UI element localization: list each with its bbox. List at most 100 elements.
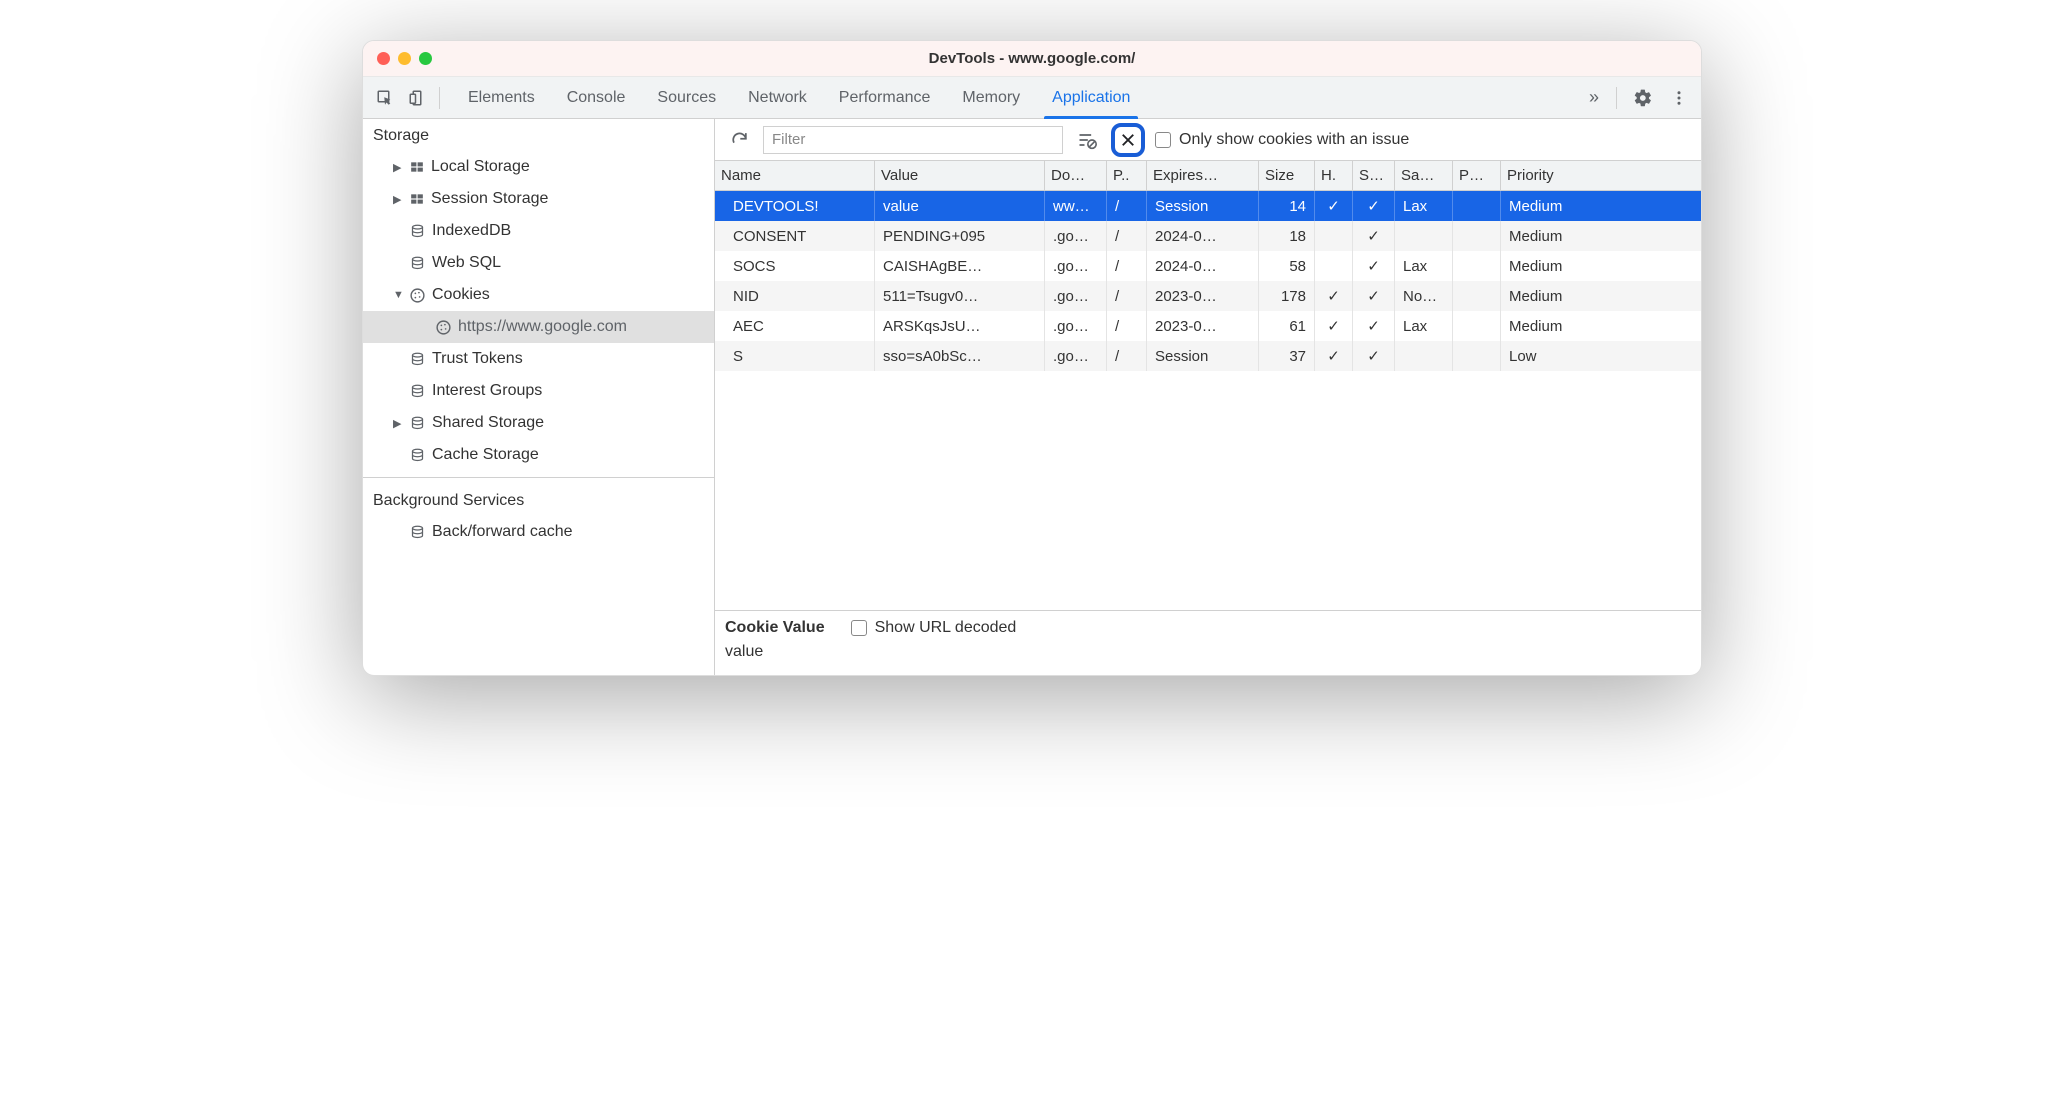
column-header[interactable]: Name: [715, 161, 875, 190]
column-header[interactable]: Do…: [1045, 161, 1107, 190]
cookie-value-text: value: [725, 643, 1691, 661]
settings-gear-icon[interactable]: [1627, 83, 1659, 113]
window-title: DevTools - www.google.com/: [363, 50, 1701, 67]
cell-path: /: [1107, 191, 1147, 221]
sidebar-item-interest-groups[interactable]: Interest Groups: [363, 375, 714, 407]
only-issues-checkbox[interactable]: [1155, 132, 1171, 148]
cell-value: sso=sA0bSc…: [875, 341, 1045, 371]
cell-http: ✓: [1315, 311, 1353, 341]
table-row[interactable]: SOCSCAISHAgBE….go…/2024-0…58✓LaxMedium: [715, 251, 1701, 281]
sidebar-item-label: Back/forward cache: [432, 523, 573, 541]
tab-sources[interactable]: Sources: [641, 77, 732, 119]
column-header[interactable]: S…: [1353, 161, 1395, 190]
tab-console[interactable]: Console: [551, 77, 642, 119]
cell-priority: Medium: [1501, 251, 1701, 281]
db-icon: [409, 224, 426, 239]
sidebar-item-session-storage[interactable]: ▶Session Storage: [363, 183, 714, 215]
titlebar: DevTools - www.google.com/: [363, 41, 1701, 77]
cell-name: AEC: [715, 311, 875, 341]
sidebar-item-label: Trust Tokens: [432, 350, 523, 368]
cell-path: /: [1107, 311, 1147, 341]
grid-icon: [409, 192, 425, 206]
cell-priority: Medium: [1501, 221, 1701, 251]
sidebar-item-back-forward-cache[interactable]: Back/forward cache: [363, 516, 714, 548]
cell-name: CONSENT: [715, 221, 875, 251]
column-header[interactable]: Size: [1259, 161, 1315, 190]
cell-same: [1395, 341, 1453, 371]
cell-path: /: [1107, 281, 1147, 311]
device-toggle-icon[interactable]: [401, 83, 433, 113]
cell-domain: ww…: [1045, 191, 1107, 221]
sidebar-item-label: Session Storage: [431, 190, 548, 208]
column-header[interactable]: P..: [1107, 161, 1147, 190]
maximize-window-button[interactable]: [419, 52, 432, 65]
delete-all-icon[interactable]: [1116, 128, 1140, 152]
cell-part: [1453, 341, 1501, 371]
sidebar-item-label: Web SQL: [432, 254, 501, 272]
kebab-menu-icon[interactable]: [1663, 83, 1695, 113]
cell-size: 14: [1259, 191, 1315, 221]
cell-path: /: [1107, 221, 1147, 251]
tab-application[interactable]: Application: [1036, 77, 1146, 119]
only-issues-checkbox-row[interactable]: Only show cookies with an issue: [1155, 131, 1409, 149]
refresh-icon[interactable]: [725, 126, 753, 154]
close-window-button[interactable]: [377, 52, 390, 65]
cookies-table: NameValueDo…P..Expires…SizeH.S…Sa…P…Prio…: [715, 161, 1701, 610]
column-header[interactable]: Expires…: [1147, 161, 1259, 190]
table-row[interactable]: Ssso=sA0bSc….go…/Session37✓✓Low: [715, 341, 1701, 371]
cell-size: 178: [1259, 281, 1315, 311]
cell-domain: .go…: [1045, 251, 1107, 281]
sidebar-item-indexeddb[interactable]: IndexedDB: [363, 215, 714, 247]
cell-size: 18: [1259, 221, 1315, 251]
url-decoded-checkbox[interactable]: [851, 620, 867, 636]
tab-performance[interactable]: Performance: [823, 77, 947, 119]
inspect-element-icon[interactable]: [369, 83, 401, 113]
clear-all-filter-icon[interactable]: [1073, 126, 1101, 154]
cell-http: ✓: [1315, 341, 1353, 371]
sidebar-item-label: Cache Storage: [432, 446, 539, 464]
sidebar-item-https-www-google-com[interactable]: https://www.google.com: [363, 311, 714, 343]
cell-name: S: [715, 341, 875, 371]
column-header[interactable]: P…: [1453, 161, 1501, 190]
column-header[interactable]: Priority: [1501, 161, 1701, 190]
table-row[interactable]: CONSENTPENDING+095.go…/2024-0…18✓Medium: [715, 221, 1701, 251]
minimize-window-button[interactable]: [398, 52, 411, 65]
cell-expires: Session: [1147, 191, 1259, 221]
db-icon: [409, 525, 426, 540]
cell-size: 37: [1259, 341, 1315, 371]
delete-all-button-highlight: [1111, 123, 1145, 157]
sidebar-item-trust-tokens[interactable]: Trust Tokens: [363, 343, 714, 375]
sidebar-item-web-sql[interactable]: Web SQL: [363, 247, 714, 279]
sidebar-item-cache-storage[interactable]: Cache Storage: [363, 439, 714, 471]
filter-input[interactable]: [763, 126, 1063, 154]
column-header[interactable]: Value: [875, 161, 1045, 190]
more-tabs-icon[interactable]: »: [1578, 83, 1610, 113]
column-header[interactable]: H.: [1315, 161, 1353, 190]
grid-icon: [409, 160, 425, 174]
sidebar-item-shared-storage[interactable]: ▶Shared Storage: [363, 407, 714, 439]
url-decoded-checkbox-row[interactable]: Show URL decoded: [851, 619, 1017, 637]
table-row[interactable]: NID511=Tsugv0….go…/2023-0…178✓✓No…Medium: [715, 281, 1701, 311]
cell-expires: 2023-0…: [1147, 311, 1259, 341]
cell-secure: ✓: [1353, 281, 1395, 311]
cell-domain: .go…: [1045, 281, 1107, 311]
cell-value: ARSKqsJsU…: [875, 311, 1045, 341]
tab-memory[interactable]: Memory: [946, 77, 1036, 119]
table-body: DEVTOOLS!valueww…/Session14✓✓LaxMediumCO…: [715, 191, 1701, 610]
table-row[interactable]: AECARSKqsJsU….go…/2023-0…61✓✓LaxMedium: [715, 311, 1701, 341]
cell-http: [1315, 251, 1353, 281]
cell-part: [1453, 191, 1501, 221]
column-header[interactable]: Sa…: [1395, 161, 1453, 190]
cell-secure: ✓: [1353, 221, 1395, 251]
sidebar-item-cookies[interactable]: ▼Cookies: [363, 279, 714, 311]
cell-path: /: [1107, 251, 1147, 281]
tab-network[interactable]: Network: [732, 77, 823, 119]
sidebar-item-label: https://www.google.com: [458, 318, 627, 336]
db-icon: [409, 352, 426, 367]
tab-elements[interactable]: Elements: [452, 77, 551, 119]
table-row[interactable]: DEVTOOLS!valueww…/Session14✓✓LaxMedium: [715, 191, 1701, 221]
sidebar-item-local-storage[interactable]: ▶Local Storage: [363, 151, 714, 183]
db-icon: [409, 416, 426, 431]
tree-arrow-icon: ▶: [393, 417, 403, 430]
cell-same: Lax: [1395, 311, 1453, 341]
